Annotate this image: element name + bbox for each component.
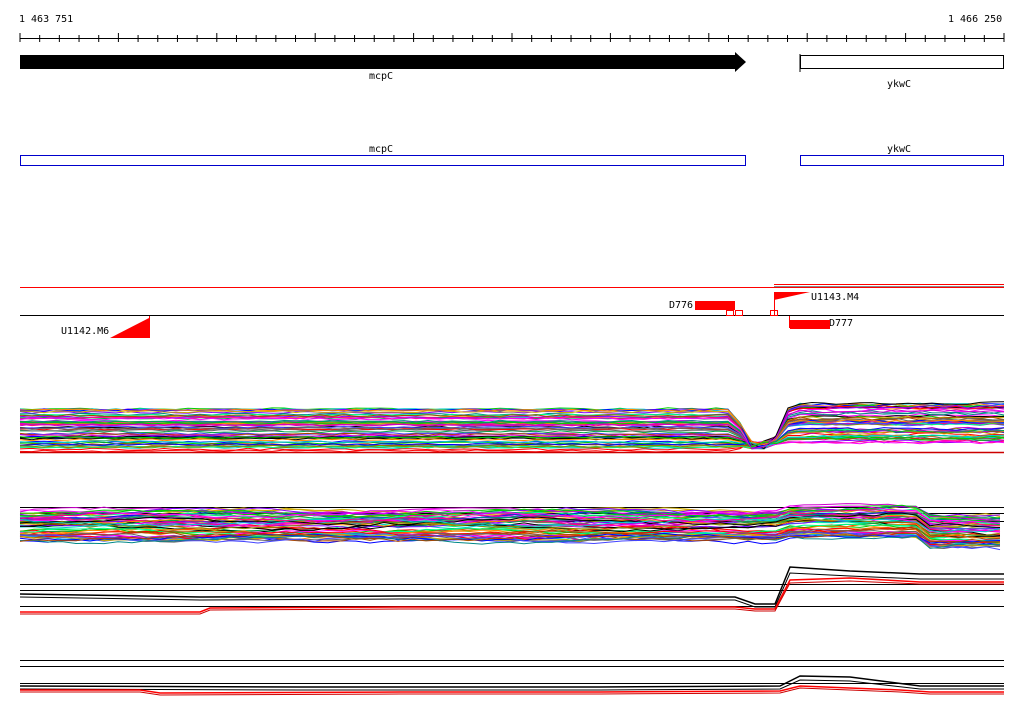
expression-line (19, 566, 1004, 605)
feature-small-box-2[interactable] (735, 310, 743, 316)
feature-bar-d776[interactable] (695, 301, 735, 310)
feature-bar-d777[interactable] (790, 320, 830, 329)
feature-small-box-1[interactable] (726, 310, 734, 316)
genome-browser-view: 1 463 751 1 466 250 mcpC ykwC mcpC ykwC … (0, 0, 1024, 714)
gene-box-ykwc[interactable] (800, 55, 1004, 69)
feature-flag-u1142[interactable] (110, 318, 149, 338)
annotation-box-mcpc[interactable] (20, 155, 746, 166)
expression-line (20, 580, 1004, 615)
gene-arrow-mcpc[interactable] (20, 52, 746, 72)
expression-track-1 (19, 401, 1005, 454)
ruler (19, 33, 1005, 42)
expression-track-3 (19, 566, 1004, 615)
expression-track-4 (19, 660, 1004, 696)
feature-flag-u1143[interactable] (774, 292, 810, 300)
expression-track-2 (19, 503, 1004, 551)
track-canvas (19, 33, 1005, 696)
annotation-box-ykwc[interactable] (800, 155, 1004, 166)
